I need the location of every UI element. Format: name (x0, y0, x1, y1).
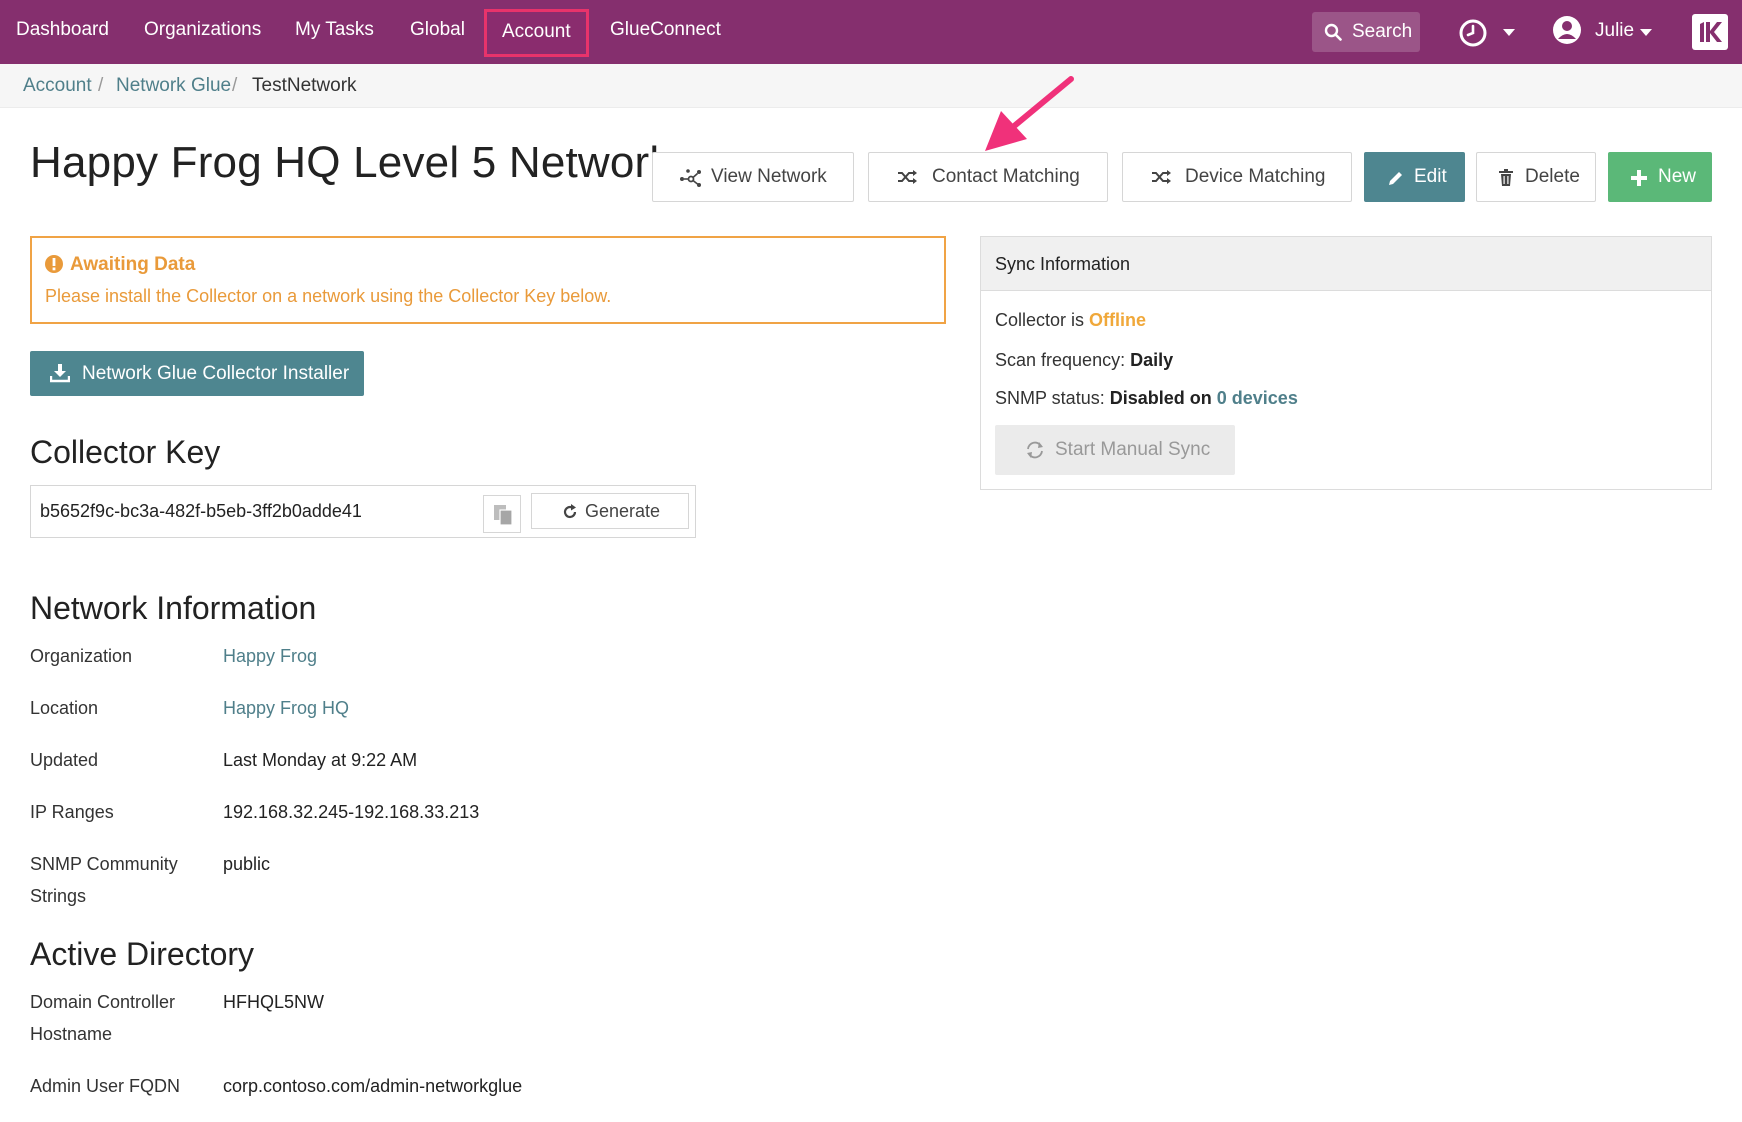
sync-icon (1027, 441, 1043, 459)
recent-activity-dropdown[interactable] (1458, 18, 1488, 53)
snmp-community-label-cont: Strings (30, 886, 87, 906)
shuffle-icon (1152, 170, 1171, 184)
active-directory-heading: Active Directory (30, 936, 255, 972)
top-navigation: Dashboard Organizations My Tasks Global … (0, 0, 1742, 64)
admin-user-fqdn-value: corp.contoso.com/admin-networkglue (223, 1076, 523, 1096)
contact-matching-button[interactable]: Contact Matching (868, 152, 1108, 202)
snmp-community-value: public (223, 854, 271, 874)
pencil-icon (1389, 172, 1402, 185)
start-manual-sync-label: Start Manual Sync (1055, 439, 1211, 460)
clock-icon (1459, 19, 1487, 47)
chevron-down-icon[interactable] (1640, 29, 1652, 36)
breadcrumb-account[interactable]: Account (23, 64, 92, 108)
chevron-down-icon[interactable] (1503, 29, 1515, 36)
domain-controller-label-cont: Hostname (30, 1024, 113, 1044)
breadcrumb-separator: / (98, 75, 104, 96)
nav-item-account[interactable]: Account (484, 9, 589, 57)
trash-icon (1499, 169, 1513, 186)
download-icon (50, 364, 70, 383)
snmp-status-prefix: SNMP status: (995, 388, 1105, 408)
organization-link[interactable]: Happy Frog (223, 640, 317, 672)
collector-status-badge: Offline (1089, 310, 1147, 330)
alert-title: Awaiting Data (70, 254, 196, 275)
nav-item-dashboard[interactable]: Dashboard (16, 0, 109, 64)
breadcrumb-current: TestNetwork (252, 75, 357, 96)
location-label: Location (30, 698, 99, 718)
start-manual-sync-button[interactable]: Start Manual Sync (995, 425, 1235, 475)
search-label: Search (1352, 21, 1413, 42)
snmp-status-value: Disabled on (1109, 388, 1212, 408)
user-icon (1553, 16, 1581, 44)
snmp-community-label: SNMP Community (30, 854, 178, 874)
collector-key-box: b5652f9c-bc3a-482f-b5eb-3ff2b0adde41 Gen… (30, 485, 696, 538)
scan-frequency-value: Daily (1130, 350, 1174, 370)
collector-key-value[interactable]: b5652f9c-bc3a-482f-b5eb-3ff2b0adde41 (40, 486, 362, 537)
search-button[interactable]: Search (1312, 12, 1420, 52)
organization-label: Organization (30, 646, 133, 666)
alert-message: Please install the Collector on a networ… (45, 286, 612, 306)
collector-status-line: Collector is Offline (995, 310, 1146, 331)
contact-matching-label: Contact Matching (932, 166, 1080, 187)
generate-label: Generate (585, 501, 661, 521)
brand-logo-icon[interactable] (1692, 14, 1728, 50)
updated-value: Last Monday at 9:22 AM (223, 750, 418, 770)
scan-frequency-prefix: Scan frequency: (995, 350, 1126, 370)
breadcrumb: Account / Network Glue / TestNetwork (0, 64, 1742, 108)
annotation-arrow (985, 76, 1074, 151)
admin-user-fqdn-label: Admin User FQDN (30, 1076, 181, 1096)
user-menu[interactable] (1552, 15, 1582, 50)
nav-item-organizations[interactable]: Organizations (144, 0, 261, 64)
refresh-icon (563, 504, 577, 519)
sync-information-heading: Sync Information (981, 237, 1711, 291)
domain-controller-value: HFHQL5NW (223, 992, 325, 1012)
device-matching-button[interactable]: Device Matching (1122, 152, 1352, 202)
new-label: New (1658, 166, 1697, 187)
alert-icon (45, 255, 63, 273)
breadcrumb-separator: / (232, 75, 238, 96)
nav-item-my-tasks[interactable]: My Tasks (295, 0, 374, 64)
search-icon (1324, 23, 1342, 41)
snmp-devices-link[interactable]: 0 devices (1217, 388, 1298, 408)
collector-key-heading: Collector Key (30, 434, 221, 470)
view-network-button[interactable]: View Network (652, 152, 854, 202)
page-title: Happy Frog HQ Level 5 Network (30, 138, 672, 187)
snmp-status-line: SNMP status: Disabled on 0 devices (995, 388, 1298, 409)
edit-label: Edit (1414, 166, 1447, 187)
sync-information-panel: Sync Information Collector is Offline Sc… (980, 236, 1712, 490)
network-icon (680, 169, 701, 187)
location-link[interactable]: Happy Frog HQ (223, 692, 349, 724)
awaiting-data-alert: Awaiting Data Please install the Collect… (30, 236, 946, 324)
shuffle-icon (898, 170, 917, 184)
collector-installer-label: Network Glue Collector Installer (82, 363, 350, 384)
delete-button[interactable]: Delete (1476, 152, 1596, 202)
user-name[interactable]: Julie (1595, 0, 1634, 62)
collector-installer-button[interactable]: Network Glue Collector Installer (30, 351, 364, 396)
plus-icon (1631, 170, 1647, 186)
new-button[interactable]: New (1608, 152, 1712, 202)
updated-label: Updated (30, 750, 99, 770)
network-information-heading: Network Information (30, 590, 317, 626)
edit-button[interactable]: Edit (1364, 152, 1465, 202)
nav-item-global[interactable]: Global (410, 0, 465, 64)
domain-controller-label: Domain Controller (30, 992, 176, 1012)
generate-key-button[interactable]: Generate (531, 493, 689, 529)
device-matching-label: Device Matching (1185, 166, 1326, 187)
delete-label: Delete (1525, 166, 1580, 187)
view-network-label: View Network (711, 166, 827, 187)
scan-frequency-line: Scan frequency: Daily (995, 350, 1173, 371)
nav-item-glueconnect[interactable]: GlueConnect (610, 0, 721, 64)
copy-key-button[interactable] (483, 495, 521, 533)
copy-icon (494, 505, 513, 526)
collector-status-prefix: Collector is (995, 310, 1085, 330)
ip-ranges-value: 192.168.32.245-192.168.33.213 (223, 802, 480, 822)
brand-logo-mark (1700, 22, 1722, 42)
ip-ranges-label: IP Ranges (30, 802, 114, 822)
breadcrumb-network-glue[interactable]: Network Glue (116, 64, 231, 108)
